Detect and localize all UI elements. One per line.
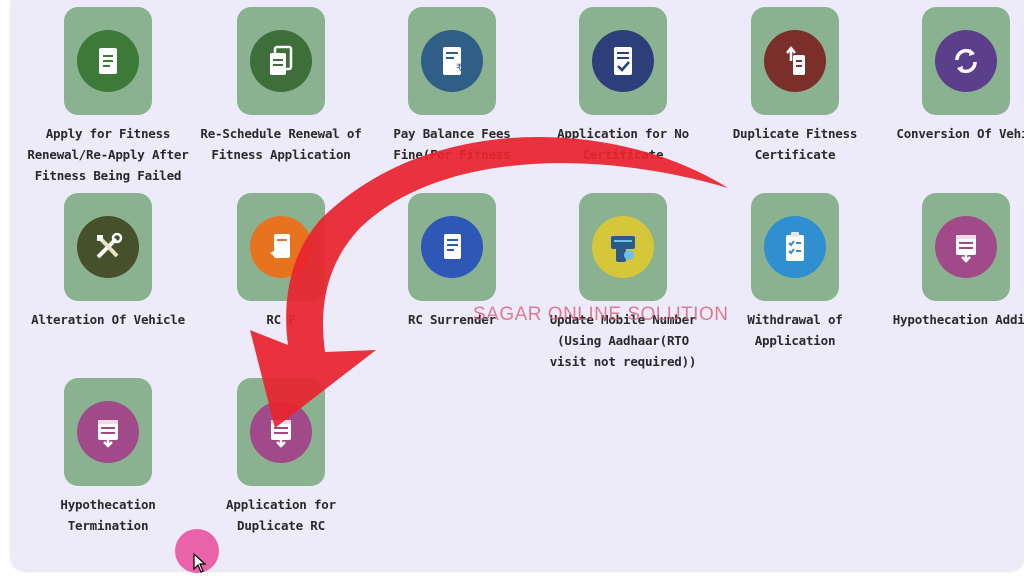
red-arrow-annotation (250, 136, 728, 428)
mouse-pointer-icon (193, 553, 207, 573)
